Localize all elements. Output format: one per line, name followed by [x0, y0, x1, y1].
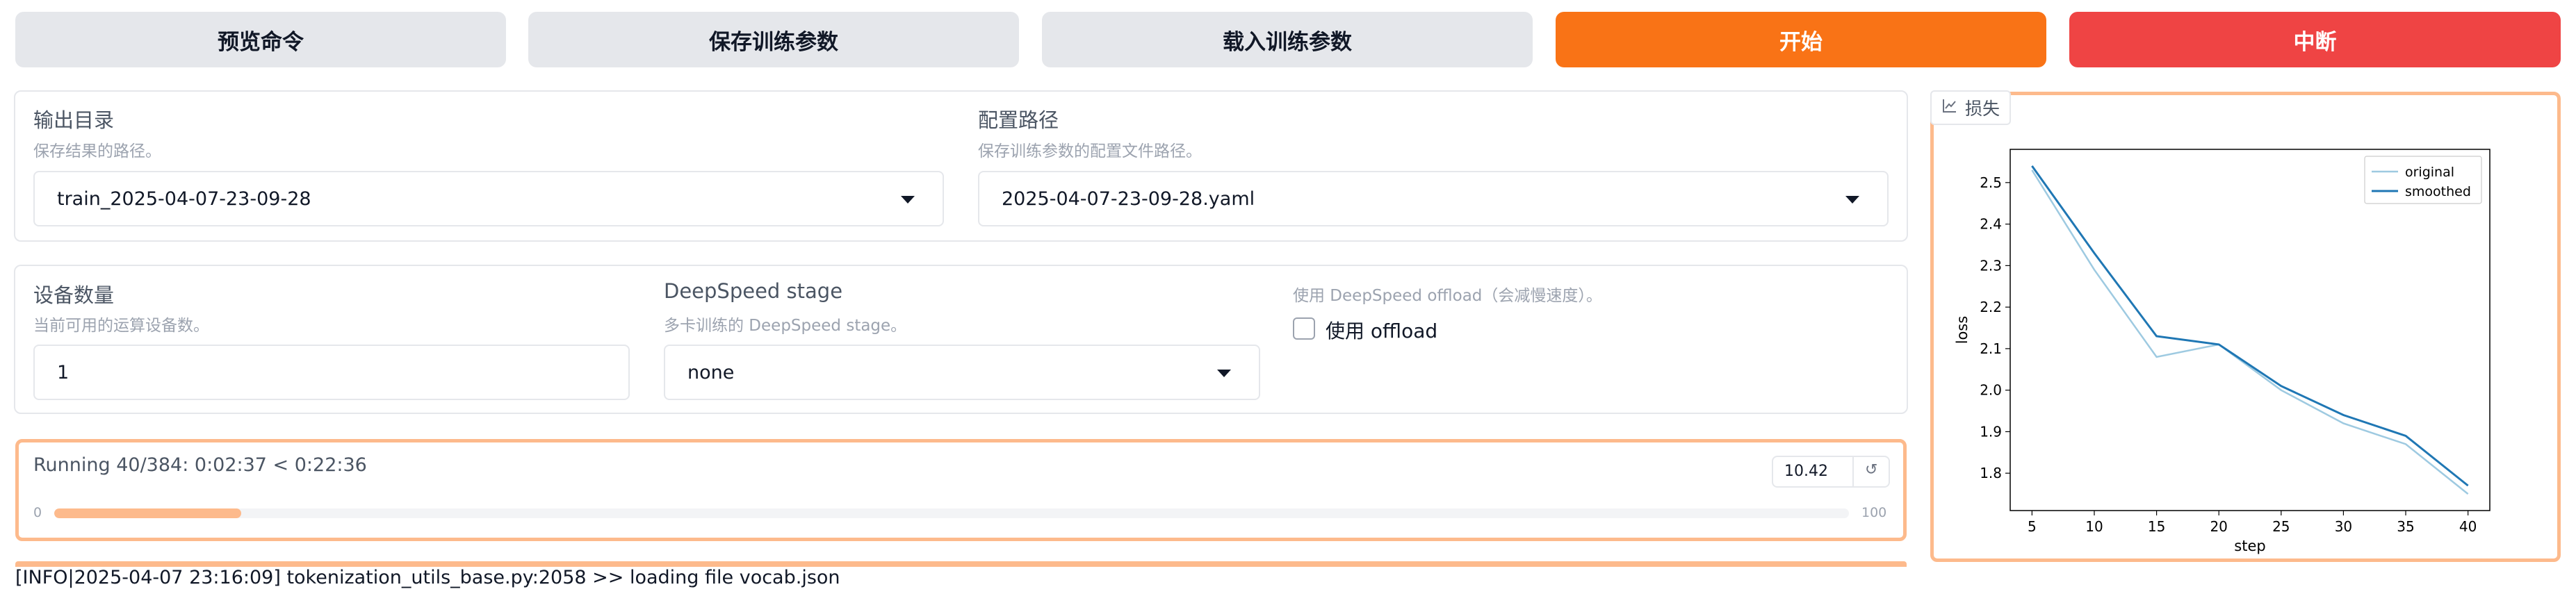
- abort-label: 中断: [2293, 29, 2337, 55]
- series-line-original: [2031, 169, 2469, 495]
- config-path-select[interactable]: 2025-04-07-23-09-28.yaml: [978, 171, 1889, 226]
- ds-stage-value: none: [687, 361, 735, 383]
- ds-stage-info: 多卡训练的 DeepSpeed stage。: [664, 317, 907, 335]
- ds-stage-label: DeepSpeed stage: [664, 279, 843, 303]
- line-chart-icon: [1941, 97, 1958, 118]
- chevron-down-icon: [1845, 196, 1859, 204]
- y-tick-label: 2.5: [1980, 174, 2002, 191]
- preview-command-label: 预览命令: [218, 29, 304, 55]
- y-tick-label: 1.8: [1980, 465, 2002, 481]
- progress-number-value: 10.42: [1784, 463, 1828, 480]
- y-tick-label: 1.9: [1980, 423, 2002, 440]
- loss-tab-label: 损失: [1930, 90, 2012, 125]
- x-tick-label: 5: [2028, 518, 2037, 535]
- log-panel-border: [15, 561, 1907, 567]
- progress-number-input[interactable]: 10.42 ↺: [1772, 456, 1890, 488]
- abort-button[interactable]: 中断: [2069, 12, 2561, 67]
- config-path-info: 保存训练参数的配置文件路径。: [978, 142, 1202, 160]
- ds-offload-info: 使用 DeepSpeed offload（会减慢速度）。: [1293, 287, 1602, 305]
- output-dir-label: 输出目录: [33, 108, 115, 132]
- progress-min-label: 0: [33, 505, 42, 520]
- output-dir-select[interactable]: train_2025-04-07-23-09-28: [33, 171, 944, 226]
- series-line-smoothed: [2031, 165, 2469, 487]
- y-tick-label: 2.0: [1980, 382, 2002, 399]
- x-tick-label: 25: [2272, 518, 2290, 535]
- legend-label: smoothed: [2405, 184, 2471, 199]
- config-path-value: 2025-04-07-23-09-28.yaml: [1002, 188, 1255, 210]
- start-button[interactable]: 开始: [1556, 12, 2046, 67]
- y-axis-label: loss: [1954, 316, 1971, 345]
- load-args-label: 载入训练参数: [1223, 29, 1352, 55]
- device-count-label: 设备数量: [33, 283, 115, 307]
- progress-status-text: Running 40/384: 0:02:37 < 0:22:36: [33, 454, 367, 476]
- chevron-down-icon: [901, 196, 915, 204]
- y-tick-label: 2.4: [1980, 216, 2002, 233]
- x-tick-label: 10: [2085, 518, 2103, 535]
- number-divider: [1852, 457, 1854, 486]
- y-tick-label: 2.2: [1980, 299, 2002, 315]
- ds-offload-checkbox[interactable]: [1293, 317, 1315, 340]
- ds-offload-label: 使用 offload: [1326, 320, 1438, 342]
- loss-chart: 5 10 15 20 25 30 35 40 1.8 1.9 2.0 2.1 2.2 2.3 2.4 2.5 s…: [1954, 149, 2491, 554]
- save-args-label: 保存训练参数: [709, 29, 838, 55]
- x-axis-label: step: [2234, 538, 2265, 554]
- progress-track[interactable]: [54, 508, 1849, 518]
- progress-fill: [54, 508, 241, 518]
- x-tick-label: 35: [2397, 518, 2414, 535]
- preview-command-button[interactable]: 预览命令: [15, 12, 506, 67]
- start-label: 开始: [1779, 29, 1823, 55]
- progress-max-label: 100: [1861, 505, 1887, 520]
- output-dir-info: 保存结果的路径。: [33, 142, 161, 160]
- output-dir-value: train_2025-04-07-23-09-28: [57, 188, 311, 210]
- chevron-down-icon: [1217, 370, 1231, 377]
- x-tick-label: 30: [2335, 518, 2352, 535]
- save-args-button[interactable]: 保存训练参数: [528, 12, 1019, 67]
- device-count-value: 1: [57, 361, 70, 383]
- legend-label: original: [2405, 165, 2454, 180]
- ds-stage-select[interactable]: none: [664, 345, 1260, 400]
- device-count-input[interactable]: 1: [33, 345, 630, 400]
- reset-icon[interactable]: ↺: [1865, 461, 1877, 479]
- y-tick-label: 2.3: [1980, 257, 2002, 274]
- log-line: [INFO|2025-04-07 23:16:09] tokenization_…: [15, 567, 840, 588]
- device-count-info: 当前可用的运算设备数。: [33, 317, 209, 335]
- x-tick-label: 20: [2210, 518, 2227, 535]
- config-path-label: 配置路径: [978, 108, 1059, 132]
- y-tick-label: 2.1: [1980, 340, 2002, 357]
- x-tick-label: 40: [2459, 518, 2477, 535]
- x-tick-label: 15: [2148, 518, 2165, 535]
- load-args-button[interactable]: 载入训练参数: [1042, 12, 1533, 67]
- loss-tab-text: 损失: [1965, 99, 2000, 119]
